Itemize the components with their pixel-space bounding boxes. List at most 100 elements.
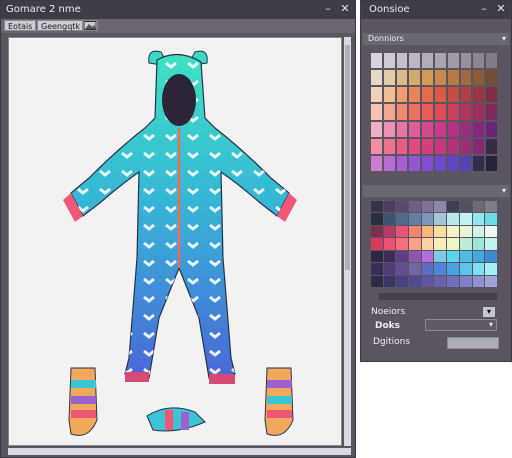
mixer-cell[interactable] — [421, 225, 434, 238]
color-swatch[interactable] — [422, 121, 433, 137]
color-mixer-grid[interactable] — [371, 201, 497, 287]
color-swatch[interactable] — [422, 138, 433, 154]
mixer-cell[interactable] — [485, 250, 497, 263]
color-swatch[interactable] — [409, 104, 421, 120]
field-3-input[interactable] — [447, 337, 499, 349]
toolbar-button-1[interactable]: Eotais — [4, 20, 37, 31]
color-swatch[interactable] — [409, 138, 421, 154]
mixer-cell[interactable] — [396, 238, 409, 250]
color-swatch[interactable] — [422, 87, 433, 103]
color-swatch[interactable] — [486, 87, 497, 103]
swatches-menu-icon[interactable]: ▾ — [502, 33, 506, 45]
mixer-cell[interactable] — [459, 225, 472, 238]
field-2-input[interactable]: ▾ — [425, 319, 497, 331]
color-swatch[interactable] — [473, 53, 485, 69]
mixer-cell[interactable] — [371, 275, 383, 287]
mixer-cell[interactable] — [396, 250, 409, 263]
mixer-cell[interactable] — [434, 225, 447, 238]
color-swatch[interactable] — [383, 104, 395, 120]
color-swatch[interactable] — [473, 155, 485, 171]
mixer-cell[interactable] — [472, 213, 485, 225]
mixer-cell[interactable] — [485, 275, 497, 287]
mixer-cell[interactable] — [409, 201, 421, 213]
mixer-cell[interactable] — [409, 213, 421, 225]
mixer-cell[interactable] — [472, 238, 485, 250]
drawing-canvas[interactable] — [8, 37, 342, 446]
color-swatch[interactable] — [447, 138, 459, 154]
mixer-cell[interactable] — [434, 250, 447, 263]
mixer-cell[interactable] — [447, 201, 459, 213]
mixer-cell[interactable] — [459, 275, 472, 287]
color-swatch[interactable] — [371, 70, 382, 86]
canvas-vertical-scrollbar[interactable] — [344, 37, 351, 446]
mixer-cell[interactable] — [409, 275, 421, 287]
color-swatch[interactable] — [473, 104, 485, 120]
color-swatch[interactable] — [371, 121, 382, 137]
color-swatch[interactable] — [396, 87, 408, 103]
color-swatch[interactable] — [486, 155, 497, 171]
color-swatch[interactable] — [460, 104, 472, 120]
mixer-cell[interactable] — [434, 263, 447, 275]
color-swatch[interactable] — [447, 121, 459, 137]
mixer-cell[interactable] — [383, 225, 396, 238]
color-swatch[interactable] — [383, 70, 395, 86]
mixer-menu-icon[interactable]: ▾ — [502, 185, 506, 197]
color-swatch[interactable] — [396, 155, 408, 171]
color-swatch[interactable] — [447, 87, 459, 103]
color-swatch[interactable] — [383, 87, 395, 103]
color-swatch[interactable] — [435, 138, 446, 154]
mixer-cell[interactable] — [396, 263, 409, 275]
color-swatch[interactable] — [473, 121, 485, 137]
color-swatch[interactable] — [422, 70, 433, 86]
color-swatch[interactable] — [486, 104, 497, 120]
color-swatch[interactable] — [460, 121, 472, 137]
mixer-cell[interactable] — [434, 238, 447, 250]
color-swatch[interactable] — [409, 87, 421, 103]
color-swatch[interactable] — [435, 121, 446, 137]
mixer-scrollbar[interactable] — [379, 293, 497, 300]
mixer-cell[interactable] — [421, 263, 434, 275]
mixer-cell[interactable] — [421, 238, 434, 250]
mixer-cell[interactable] — [383, 213, 396, 225]
color-swatch[interactable] — [371, 138, 382, 154]
mixer-cell[interactable] — [371, 263, 383, 275]
color-swatch[interactable] — [409, 121, 421, 137]
vertical-scroll-thumb[interactable] — [345, 45, 350, 270]
color-swatch[interactable] — [435, 53, 446, 69]
mixer-cell[interactable] — [409, 238, 421, 250]
minimize-button[interactable]: – — [321, 2, 335, 16]
mixer-cell[interactable] — [447, 275, 459, 287]
mixer-cell[interactable] — [371, 225, 383, 238]
toolbar-image-button[interactable] — [82, 20, 98, 31]
canvas-horizontal-scrollbar[interactable] — [8, 448, 351, 455]
mixer-cell[interactable] — [371, 213, 383, 225]
side-close-button[interactable]: ✕ — [494, 2, 508, 16]
mixer-cell[interactable] — [485, 238, 497, 250]
mixer-cell[interactable] — [383, 238, 396, 250]
mixer-cell[interactable] — [447, 263, 459, 275]
mixer-cell[interactable] — [472, 250, 485, 263]
color-swatch[interactable] — [447, 104, 459, 120]
color-swatch[interactable] — [409, 53, 421, 69]
mixer-cell[interactable] — [421, 250, 434, 263]
color-swatch[interactable] — [396, 70, 408, 86]
color-swatch[interactable] — [409, 70, 421, 86]
mixer-cell[interactable] — [472, 201, 485, 213]
color-swatch[interactable] — [486, 53, 497, 69]
mixer-cell[interactable] — [485, 263, 497, 275]
color-swatch[interactable] — [473, 70, 485, 86]
color-swatch[interactable] — [409, 155, 421, 171]
mixer-cell[interactable] — [383, 201, 396, 213]
color-swatch[interactable] — [447, 155, 459, 171]
color-swatch[interactable] — [486, 70, 497, 86]
mixer-cell[interactable] — [371, 250, 383, 263]
color-swatch[interactable] — [473, 138, 485, 154]
mixer-cell[interactable] — [434, 275, 447, 287]
color-swatch[interactable] — [371, 53, 382, 69]
color-swatch[interactable] — [473, 87, 485, 103]
color-swatch[interactable] — [435, 87, 446, 103]
mixer-cell[interactable] — [459, 238, 472, 250]
mixer-cell[interactable] — [421, 275, 434, 287]
color-swatch[interactable] — [396, 121, 408, 137]
color-swatch[interactable] — [486, 138, 497, 154]
